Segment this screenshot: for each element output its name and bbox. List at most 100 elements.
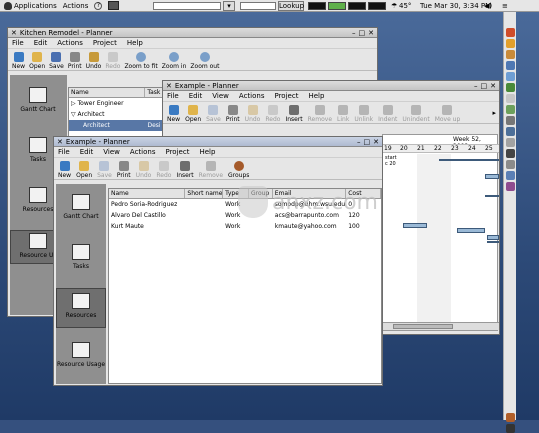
spreadsheet-icon[interactable] — [506, 105, 515, 114]
browser-icon[interactable] — [506, 50, 515, 59]
menu-help[interactable]: Help — [199, 148, 215, 156]
menu-actions[interactable]: Actions — [239, 92, 265, 100]
gantt-task-bar[interactable] — [403, 223, 427, 228]
lookup-input[interactable] — [240, 2, 276, 10]
maximize-icon[interactable]: □ — [481, 82, 488, 90]
save-button[interactable]: Save — [206, 105, 221, 123]
groups-button[interactable]: Groups — [228, 161, 249, 179]
indent-button[interactable]: Indent — [378, 105, 397, 123]
table-row[interactable]: Kurt Maute Work kmaute@yahoo.com 100 — [109, 221, 381, 232]
menu-project[interactable]: Project — [274, 92, 298, 100]
trash-icon[interactable] — [506, 413, 515, 422]
undo-button[interactable]: Undo — [86, 52, 101, 70]
chat-icon[interactable] — [506, 127, 515, 136]
undo-button[interactable]: Undo — [136, 161, 151, 179]
gantt-task-bar[interactable] — [439, 159, 499, 161]
new-button[interactable]: New — [58, 161, 71, 179]
menu-edit[interactable]: Edit — [189, 92, 203, 100]
search-icon[interactable] — [506, 138, 515, 147]
new-button[interactable]: New — [12, 52, 25, 70]
gantt-task-bar[interactable] — [485, 174, 499, 179]
actions-menu[interactable]: Actions — [63, 2, 89, 10]
redo-button[interactable]: Redo — [105, 52, 120, 70]
zoom-out-button[interactable]: Zoom out — [190, 52, 219, 70]
launcher-icon[interactable] — [506, 39, 515, 48]
dropdown-button[interactable]: ▾ — [223, 1, 235, 11]
clock[interactable]: Tue Mar 30, 3:34 PM — [420, 2, 491, 10]
menu-help[interactable]: Help — [127, 39, 143, 47]
minimize-icon[interactable]: – — [474, 82, 478, 90]
menu-actions[interactable]: Actions — [57, 39, 83, 47]
window-menu-icon[interactable]: ✕ — [11, 29, 17, 37]
chart-icon[interactable] — [506, 171, 515, 180]
close-icon[interactable] — [506, 28, 515, 37]
minimize-icon[interactable]: – — [357, 138, 361, 146]
name-column-header[interactable]: Name — [69, 88, 146, 97]
sidebar-item-gantt[interactable]: Gantt Chart — [56, 194, 106, 220]
menu-view[interactable]: View — [212, 92, 229, 100]
window-titlebar[interactable]: ✕ Kitchen Remodel - Planner – □ ✕ — [8, 28, 377, 38]
tree-row[interactable]: ▽ Architect — [69, 109, 167, 120]
gantt-icon[interactable] — [506, 83, 515, 92]
close-icon[interactable]: ✕ — [373, 138, 379, 146]
zoom-to-fit-button[interactable]: Zoom to fit — [124, 52, 158, 70]
sidebar-item-tasks[interactable]: Tasks — [56, 244, 106, 270]
lookup-button[interactable]: Lookup — [278, 1, 304, 11]
remove-button[interactable]: Remove — [199, 161, 223, 179]
column-header-short-name[interactable]: Short name — [185, 189, 224, 198]
link-button[interactable]: Link — [337, 105, 349, 123]
menu-edit[interactable]: Edit — [80, 148, 94, 156]
panel-menu-icon[interactable]: ≡ — [502, 2, 508, 10]
open-button[interactable]: Open — [76, 161, 92, 179]
sidebar-item-gantt[interactable]: Gantt Chart — [13, 87, 63, 113]
toolbar-overflow-icon[interactable]: ▸ — [492, 109, 496, 117]
tree-row[interactable]: ▷ Tower Engineer — [69, 98, 167, 109]
menu-actions[interactable]: Actions — [130, 148, 156, 156]
window-menu-icon[interactable]: ✕ — [57, 138, 63, 146]
mail-icon[interactable] — [506, 72, 515, 81]
window-titlebar[interactable]: ✕ Example - Planner – □ ✕ — [54, 137, 382, 147]
globe-icon[interactable] — [506, 61, 515, 70]
move-up-button[interactable]: Move up — [435, 105, 460, 123]
sidebar-item-resources[interactable]: Resources — [56, 288, 106, 328]
scrollbar-thumb[interactable] — [393, 324, 453, 329]
window-titlebar[interactable]: ✕ Example - Planner – □ ✕ — [163, 81, 499, 91]
open-button[interactable]: Open — [29, 52, 45, 70]
menu-help[interactable]: Help — [308, 92, 324, 100]
volume-icon[interactable]: ◀) — [484, 2, 492, 10]
undo-button[interactable]: Undo — [245, 105, 260, 123]
document-icon[interactable] — [506, 94, 515, 103]
gantt-task-bar[interactable] — [485, 195, 499, 197]
unlink-button[interactable]: Unlink — [354, 105, 373, 123]
print-button[interactable]: Print — [68, 52, 82, 70]
redo-button[interactable]: Redo — [156, 161, 171, 179]
menu-project[interactable]: Project — [93, 39, 117, 47]
applications-menu[interactable]: Applications — [4, 1, 57, 10]
menu-file[interactable]: File — [12, 39, 24, 47]
gantt-task-bar[interactable] — [487, 241, 499, 243]
tool-icon[interactable] — [506, 116, 515, 125]
menu-view[interactable]: View — [103, 148, 120, 156]
redo-button[interactable]: Redo — [265, 105, 280, 123]
terminal-icon[interactable] — [108, 1, 120, 10]
menu-edit[interactable]: Edit — [34, 39, 48, 47]
tree-row-selected[interactable]: Architect Desi — [69, 120, 167, 131]
gantt-task-bar[interactable] — [487, 235, 499, 240]
workspace-switcher[interactable] — [153, 2, 221, 10]
print-button[interactable]: Print — [226, 105, 240, 123]
minimize-icon[interactable]: – — [352, 29, 356, 37]
column-header-name[interactable]: Name — [109, 189, 186, 198]
menu-file[interactable]: File — [167, 92, 179, 100]
gantt-task-bar[interactable] — [457, 228, 485, 233]
close-icon[interactable]: ✕ — [490, 82, 496, 90]
maximize-icon[interactable]: □ — [364, 138, 371, 146]
power-icon[interactable] — [506, 424, 515, 433]
insert-button[interactable]: Insert — [176, 161, 194, 179]
save-button[interactable]: Save — [49, 52, 64, 70]
phone-icon[interactable] — [506, 149, 515, 158]
menu-file[interactable]: File — [58, 148, 70, 156]
window-menu-icon[interactable]: ✕ — [166, 82, 172, 90]
sidebar-item-resource-usage[interactable]: Resource Usage — [56, 342, 106, 368]
help-icon[interactable]: ? — [94, 1, 103, 10]
print-button[interactable]: Print — [117, 161, 131, 179]
